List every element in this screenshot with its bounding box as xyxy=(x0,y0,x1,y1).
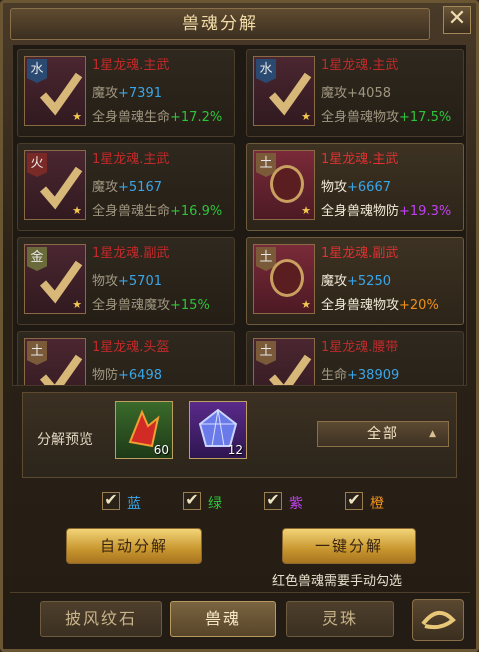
item-quantity: 12 xyxy=(227,443,243,457)
bonus-label: 全身兽魂生命 xyxy=(92,110,171,125)
stat-value: +5701 xyxy=(118,274,162,289)
filter-checkbox-blue[interactable]: ✔ xyxy=(102,492,120,510)
preview-label: 分解预览 xyxy=(37,432,93,448)
shield-emblem-icon xyxy=(270,259,304,297)
soul-card[interactable]: 水 ★ 1星龙魂.主武 魔攻+7391 全身兽魂生命+17.2% xyxy=(17,49,235,137)
soul-card[interactable]: 火 ★ 1星龙魂.主武 魔攻+5167 全身兽魂生命+16.9% xyxy=(17,143,235,231)
select-value: 全部 xyxy=(367,426,399,442)
bonus-label: 全身兽魂生命 xyxy=(92,204,171,219)
soul-slot: 土 ★ xyxy=(253,150,315,220)
bottom-tab-bar: 披风纹石 兽魂 灵珠 xyxy=(10,592,470,647)
soul-slot: 土 xyxy=(253,338,315,385)
soul-name: 1星龙魂.副武 xyxy=(321,246,399,261)
soul-name: 1星龙魂.腰带 xyxy=(321,340,399,355)
bonus-label: 全身兽魂物攻 xyxy=(321,110,400,125)
stat-label: 生命 xyxy=(321,368,348,383)
stat-label: 魔攻 xyxy=(92,86,119,101)
item-quantity: 60 xyxy=(153,443,169,457)
filter-label: 紫 xyxy=(289,496,303,512)
stat-value: +4058 xyxy=(347,86,391,101)
soul-slot: 火 ★ xyxy=(24,150,86,220)
decompose-preview-panel: 分解预览 60 12 全部 ▲ xyxy=(22,392,457,478)
soul-card[interactable]: 水 ★ 1星龙魂.主武 魔攻+4058 全身兽魂物攻+17.5% xyxy=(246,49,464,137)
preview-item-blue-gem[interactable]: 12 xyxy=(189,401,247,459)
stat-value: +5167 xyxy=(118,180,162,195)
soul-name: 1星龙魂.副武 xyxy=(92,246,170,261)
stat-value: +38909 xyxy=(347,368,400,383)
bonus-label: 全身兽魂物攻 xyxy=(321,298,400,313)
chevron-up-icon: ▲ xyxy=(429,429,438,439)
close-icon[interactable]: ✕ xyxy=(443,6,471,34)
bonus-value: +15% xyxy=(170,298,210,313)
tab-beast-soul[interactable]: 兽魂 xyxy=(170,601,276,637)
soul-slot: 金 ★ xyxy=(24,244,86,314)
star-icon: ★ xyxy=(301,110,311,123)
auto-decompose-button[interactable]: 自动分解 xyxy=(66,528,202,564)
checkmark-icon xyxy=(268,354,312,385)
soul-card[interactable]: 土 ★ 1星龙魂.副武 魔攻+5250 全身兽魂物攻+20% xyxy=(246,237,464,325)
filter-checkbox-purple[interactable]: ✔ xyxy=(264,492,282,510)
tab-cloak-runestone[interactable]: 披风纹石 xyxy=(40,601,162,637)
filter-checkbox-orange[interactable]: ✔ xyxy=(345,492,363,510)
filter-checkbox-green[interactable]: ✔ xyxy=(183,492,201,510)
soul-card[interactable]: 土 1星龙魂.头盔 物防+6498 xyxy=(17,331,235,385)
quality-select[interactable]: 全部 ▲ xyxy=(317,421,449,447)
soul-card-grid[interactable]: 水 ★ 1星龙魂.主武 魔攻+7391 全身兽魂生命+17.2% 水 ★ 1星龙… xyxy=(12,44,467,386)
stat-value: +6498 xyxy=(118,368,162,383)
bonus-value: +16.9% xyxy=(170,204,223,219)
star-icon: ★ xyxy=(72,204,82,217)
bonus-value: +20% xyxy=(399,298,439,313)
quality-filters: ✔ 蓝 ✔ 绿 ✔ 紫 ✔ 橙 xyxy=(0,492,479,514)
soul-name: 1星龙魂.头盔 xyxy=(92,340,170,355)
bonus-label: 全身兽魂物防 xyxy=(321,204,400,219)
soul-card[interactable]: 土 1星龙魂.腰带 生命+38909 xyxy=(246,331,464,385)
tab-spirit-pearl[interactable]: 灵珠 xyxy=(286,601,394,637)
window-title: 兽魂分解 xyxy=(10,8,430,40)
soul-card[interactable]: 金 ★ 1星龙魂.副武 物攻+5701 全身兽魂魔攻+15% xyxy=(17,237,235,325)
bonus-value: +19.3% xyxy=(399,204,452,219)
back-return-icon[interactable] xyxy=(412,599,464,641)
soul-slot: 土 xyxy=(24,338,86,385)
soul-name: 1星龙魂.主武 xyxy=(321,58,399,73)
filter-label: 橙 xyxy=(370,496,384,512)
soul-slot: 水 ★ xyxy=(24,56,86,126)
stat-label: 物攻 xyxy=(92,274,119,289)
soul-name: 1星龙魂.主武 xyxy=(92,152,170,167)
star-icon: ★ xyxy=(301,298,311,311)
stat-label: 物防 xyxy=(92,368,119,383)
stat-label: 物攻 xyxy=(321,180,348,195)
stat-label: 魔攻 xyxy=(321,86,348,101)
soul-slot: 土 ★ xyxy=(253,244,315,314)
soul-name: 1星龙魂.主武 xyxy=(321,152,399,167)
stat-label: 魔攻 xyxy=(321,274,348,289)
star-icon: ★ xyxy=(301,204,311,217)
bonus-value: +17.2% xyxy=(170,110,223,125)
sword-emblem-icon xyxy=(270,165,304,203)
soul-card[interactable]: 土 ★ 1星龙魂.主武 物攻+6667 全身兽魂物防+19.3% xyxy=(246,143,464,231)
stat-label: 魔攻 xyxy=(92,180,119,195)
checkmark-icon xyxy=(39,354,83,385)
star-icon: ★ xyxy=(72,298,82,311)
hint-text: 红色兽魂需要手动勾选 xyxy=(272,574,403,589)
star-icon: ★ xyxy=(72,110,82,123)
soul-slot: 水 ★ xyxy=(253,56,315,126)
stat-value: +6667 xyxy=(347,180,391,195)
one-key-decompose-button[interactable]: 一键分解 xyxy=(282,528,416,564)
filter-label: 蓝 xyxy=(127,496,141,512)
stat-value: +5250 xyxy=(347,274,391,289)
stat-value: +7391 xyxy=(118,86,162,101)
bonus-value: +17.5% xyxy=(399,110,452,125)
soul-name: 1星龙魂.主武 xyxy=(92,58,170,73)
bonus-label: 全身兽魂魔攻 xyxy=(92,298,171,313)
preview-item-red-crystal[interactable]: 60 xyxy=(115,401,173,459)
filter-label: 绿 xyxy=(208,496,222,512)
